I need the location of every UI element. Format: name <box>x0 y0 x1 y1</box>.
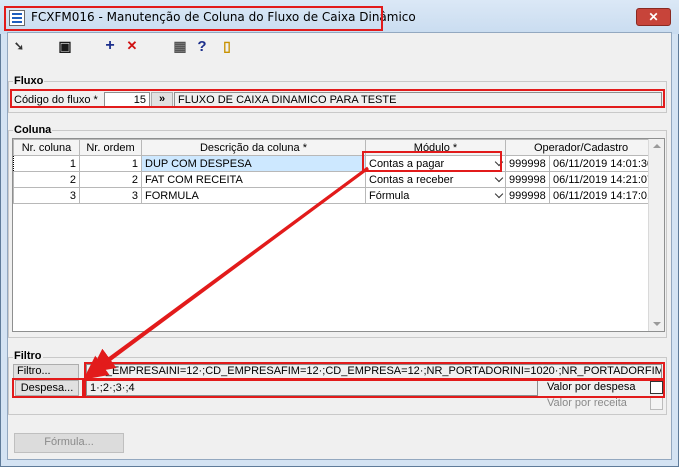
coluna-table: Nr. coluna Nr. ordem Descrição da coluna… <box>13 139 658 204</box>
table-header-row: Nr. coluna Nr. ordem Descrição da coluna… <box>13 139 658 156</box>
header-operador-cadastro[interactable]: Operador/Cadastro <box>504 139 658 156</box>
cell-nr-coluna[interactable]: 1 <box>13 155 80 172</box>
annotation-box-modulo <box>362 151 502 172</box>
table-row[interactable]: 2 2 FAT COM RECEITA Contas a receber 999… <box>13 171 658 188</box>
cell-modulo-select[interactable]: Contas a receber <box>365 171 506 188</box>
coluna-grid[interactable]: Nr. coluna Nr. ordem Descrição da coluna… <box>12 138 665 332</box>
table-row[interactable]: 3 3 FORMULA Fórmula 999998 06/11/2019 14… <box>13 187 658 204</box>
valor-receita-label: Valor por receita <box>547 397 627 409</box>
annotation-box-despesa-value <box>84 378 665 398</box>
cell-descricao[interactable]: FAT COM RECEITA <box>141 171 366 188</box>
add-icon[interactable]: + <box>101 37 119 55</box>
header-nr-ordem[interactable]: Nr. ordem <box>79 139 142 156</box>
coluna-group-label: Coluna <box>13 124 53 136</box>
cell-operador: 999998 <box>505 171 550 188</box>
vertical-scrollbar[interactable] <box>648 139 664 331</box>
formula-button[interactable]: Fórmula... <box>14 433 124 453</box>
cell-operador: 999998 <box>505 155 550 172</box>
cell-operador: 999998 <box>505 187 550 204</box>
annotation-box-fluxo <box>10 89 665 108</box>
scroll-down-icon[interactable] <box>653 322 661 326</box>
cell-nr-ordem[interactable]: 1 <box>79 155 142 172</box>
cell-nr-ordem[interactable]: 3 <box>79 187 142 204</box>
cell-nr-coluna[interactable]: 3 <box>13 187 80 204</box>
annotation-box-despesa-button <box>12 378 84 398</box>
chevron-down-icon[interactable] <box>494 173 504 183</box>
close-button[interactable]: ✕ <box>636 8 671 26</box>
cell-nr-ordem[interactable]: 2 <box>79 171 142 188</box>
header-nr-coluna[interactable]: Nr. coluna <box>13 139 80 156</box>
filtro-button[interactable]: Filtro... <box>13 364 79 379</box>
delete-icon[interactable]: ✕ <box>123 37 141 55</box>
cell-cadastro: 06/11/2019 14:21:07 <box>548 171 658 188</box>
save-icon[interactable]: ▣ <box>56 37 74 55</box>
modulo-value: Contas a receber <box>369 173 454 186</box>
scroll-up-icon[interactable] <box>653 144 661 148</box>
cell-cadastro: 06/11/2019 14:17:01 <box>548 187 658 204</box>
valor-receita-checkbox[interactable] <box>650 397 663 410</box>
header-descricao[interactable]: Descrição da coluna * <box>141 139 366 156</box>
cell-cadastro: 06/11/2019 14:01:30 <box>548 155 658 172</box>
pointer-icon[interactable]: ➘ <box>10 37 28 55</box>
modulo-value: Fórmula <box>369 189 410 202</box>
annotation-box-title <box>4 6 383 31</box>
cell-modulo-select[interactable]: Fórmula <box>365 187 506 204</box>
cell-descricao[interactable]: DUP COM DESPESA <box>141 155 366 172</box>
cell-descricao[interactable]: FORMULA <box>141 187 366 204</box>
filtro-group-label: Filtro <box>13 350 43 362</box>
grid-icon[interactable]: ▦ <box>171 37 189 55</box>
fluxo-group-label: Fluxo <box>13 75 45 87</box>
chevron-down-icon[interactable] <box>494 189 504 199</box>
exit-icon[interactable]: ▯ <box>218 37 236 55</box>
help-icon[interactable]: ? <box>193 37 211 55</box>
table-row[interactable]: 1 1 DUP COM DESPESA Contas a pagar 99999… <box>13 155 658 172</box>
cell-nr-coluna[interactable]: 2 <box>13 171 80 188</box>
